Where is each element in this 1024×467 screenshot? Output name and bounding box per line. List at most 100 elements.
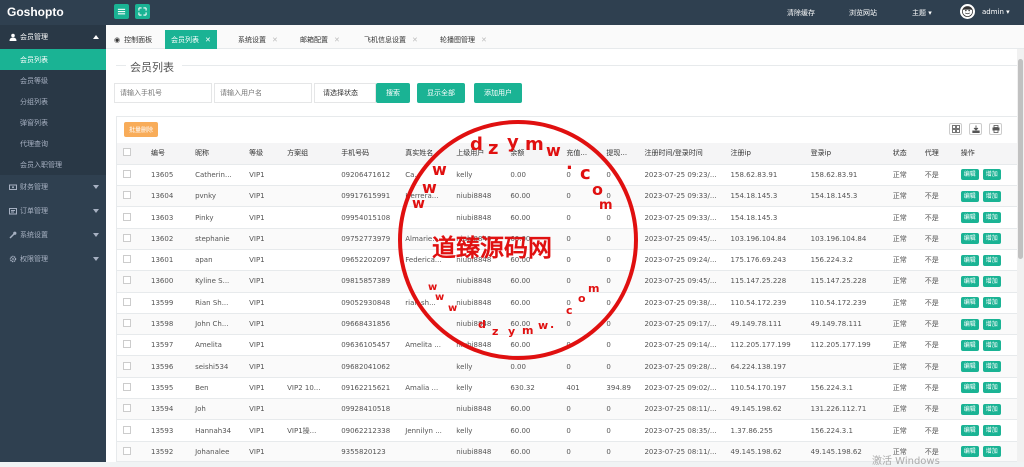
search-button[interactable]: 搜索 [376, 83, 410, 103]
tab-system-settings[interactable]: 系统设置 ✕ [232, 30, 284, 49]
menu-toggle-button[interactable] [114, 4, 129, 19]
row-checkbox-cell[interactable] [117, 398, 146, 421]
select-all-checkbox[interactable] [123, 148, 131, 157]
edit-button[interactable]: 编辑 [960, 297, 979, 309]
edit-button[interactable]: 编辑 [960, 169, 979, 181]
sidebar-group-finance[interactable]: 财务管理 [0, 175, 106, 199]
close-icon[interactable]: ✕ [272, 36, 278, 44]
add-balance-button[interactable]: 增加 [982, 339, 1001, 351]
close-icon[interactable]: ✕ [412, 36, 418, 44]
tab-dashboard[interactable]: ◉ 控制面板 [108, 30, 158, 49]
add-balance-button[interactable]: 增加 [982, 254, 1001, 266]
edit-button[interactable]: 编辑 [960, 339, 979, 351]
sidebar-group-permissions[interactable]: 权限管理 [0, 247, 106, 271]
sidebar-group-system-settings[interactable]: 系统设置 [0, 223, 106, 247]
row-checkbox[interactable] [123, 446, 131, 455]
edit-button[interactable]: 编辑 [960, 212, 979, 224]
status-select[interactable]: 请选择状态 [314, 83, 376, 103]
edit-button[interactable]: 编辑 [960, 361, 979, 373]
edit-button[interactable]: 编辑 [960, 233, 979, 245]
fullscreen-button[interactable] [135, 4, 150, 19]
print-button[interactable] [989, 123, 1002, 135]
sidebar-item-member-onboarding[interactable]: 会员入职管理 [0, 154, 106, 175]
tab-mail-config[interactable]: 邮箱配置 ✕ [294, 30, 346, 49]
add-balance-button[interactable]: 增加 [982, 382, 1001, 394]
row-checkbox[interactable] [123, 255, 131, 264]
row-checkbox-cell[interactable] [117, 292, 146, 314]
add-balance-button[interactable]: 增加 [982, 190, 1001, 202]
add-balance-button[interactable]: 增加 [982, 425, 1001, 436]
edit-button[interactable]: 编辑 [960, 382, 979, 394]
tab-member-list[interactable]: 会员列表 ✕ [165, 30, 217, 49]
tab-carousel-management[interactable]: 轮播图管理 ✕ [434, 30, 493, 49]
clear-cache-link[interactable]: 清除缓存 [787, 8, 815, 18]
brand-logo[interactable]: Goshopto [7, 5, 64, 19]
edit-button[interactable]: 编辑 [960, 318, 979, 330]
select-all-checkbox-cell[interactable] [117, 143, 146, 165]
add-balance-button[interactable]: 增加 [982, 318, 1001, 330]
show-all-button[interactable]: 显示全部 [417, 83, 465, 103]
row-checkbox[interactable] [123, 212, 131, 221]
add-user-button[interactable]: 添加用户 [474, 83, 522, 103]
export-button[interactable] [969, 123, 982, 135]
row-checkbox[interactable] [123, 340, 131, 349]
row-checkbox-cell[interactable] [117, 185, 146, 208]
row-checkbox-cell[interactable] [117, 164, 146, 187]
sidebar-group-members[interactable]: 会员管理 [0, 25, 106, 49]
sidebar-group-orders[interactable]: 订单管理 [0, 199, 106, 223]
add-balance-button[interactable]: 增加 [982, 297, 1001, 309]
sidebar-item-group-list[interactable]: 分组列表 [0, 91, 106, 112]
column-toggle-button[interactable] [949, 123, 962, 135]
row-checkbox[interactable] [123, 404, 131, 413]
row-checkbox-cell[interactable] [117, 228, 146, 250]
close-icon[interactable]: ✕ [205, 36, 211, 44]
row-checkbox-cell[interactable] [117, 249, 146, 272]
theme-dropdown[interactable]: 主题 ▾ [912, 8, 932, 18]
scrollbar[interactable] [1017, 49, 1024, 462]
row-checkbox[interactable] [123, 382, 131, 391]
row-checkbox-cell[interactable] [117, 270, 146, 293]
edit-button[interactable]: 编辑 [960, 275, 979, 287]
edit-button[interactable]: 编辑 [960, 254, 979, 266]
add-balance-button[interactable]: 增加 [982, 275, 1001, 287]
edit-button[interactable]: 编辑 [960, 425, 979, 436]
username-search-input[interactable] [214, 83, 312, 103]
add-balance-button[interactable]: 增加 [982, 446, 1001, 458]
row-checkbox-cell[interactable] [117, 419, 146, 442]
sidebar-item-member-levels[interactable]: 会员等级 [0, 70, 106, 91]
sidebar-item-agent-query[interactable]: 代理查询 [0, 133, 106, 154]
row-checkbox[interactable] [123, 191, 131, 200]
row-checkbox-cell[interactable] [117, 313, 146, 336]
edit-button[interactable]: 编辑 [960, 403, 979, 415]
add-balance-button[interactable]: 增加 [982, 212, 1001, 224]
row-checkbox[interactable] [123, 297, 131, 306]
close-icon[interactable]: ✕ [334, 36, 340, 44]
edit-button[interactable]: 编辑 [960, 190, 979, 202]
row-checkbox-cell[interactable] [117, 334, 146, 357]
close-icon[interactable]: ✕ [481, 36, 487, 44]
row-checkbox[interactable] [123, 319, 131, 328]
batch-delete-button[interactable]: 批量删除 [124, 122, 159, 137]
row-checkbox-cell[interactable] [117, 355, 146, 378]
row-checkbox[interactable] [123, 425, 131, 434]
row-checkbox-cell[interactable] [117, 206, 146, 229]
edit-button[interactable]: 编辑 [960, 446, 979, 458]
row-checkbox[interactable] [123, 361, 131, 370]
row-checkbox[interactable] [123, 169, 131, 178]
add-balance-button[interactable]: 增加 [982, 361, 1001, 373]
phone-search-input[interactable] [114, 83, 212, 103]
scrollbar-thumb[interactable] [1018, 59, 1023, 259]
row-checkbox-cell[interactable] [117, 377, 146, 400]
row-checkbox-cell[interactable] [117, 441, 146, 461]
add-balance-button[interactable]: 增加 [982, 403, 1001, 415]
row-checkbox[interactable] [123, 233, 131, 242]
user-dropdown[interactable]: admin ▾ [982, 8, 1010, 16]
avatar[interactable] [960, 4, 975, 19]
add-balance-button[interactable]: 增加 [982, 169, 1001, 181]
sidebar-item-member-list[interactable]: 会员列表 [0, 49, 106, 70]
sidebar-item-popup-list[interactable]: 弹窗列表 [0, 112, 106, 133]
row-checkbox[interactable] [123, 276, 131, 285]
browse-site-link[interactable]: 浏览网站 [849, 8, 877, 18]
add-balance-button[interactable]: 增加 [982, 233, 1001, 245]
tab-plane-info-settings[interactable]: 飞机信息设置 ✕ [358, 30, 424, 49]
